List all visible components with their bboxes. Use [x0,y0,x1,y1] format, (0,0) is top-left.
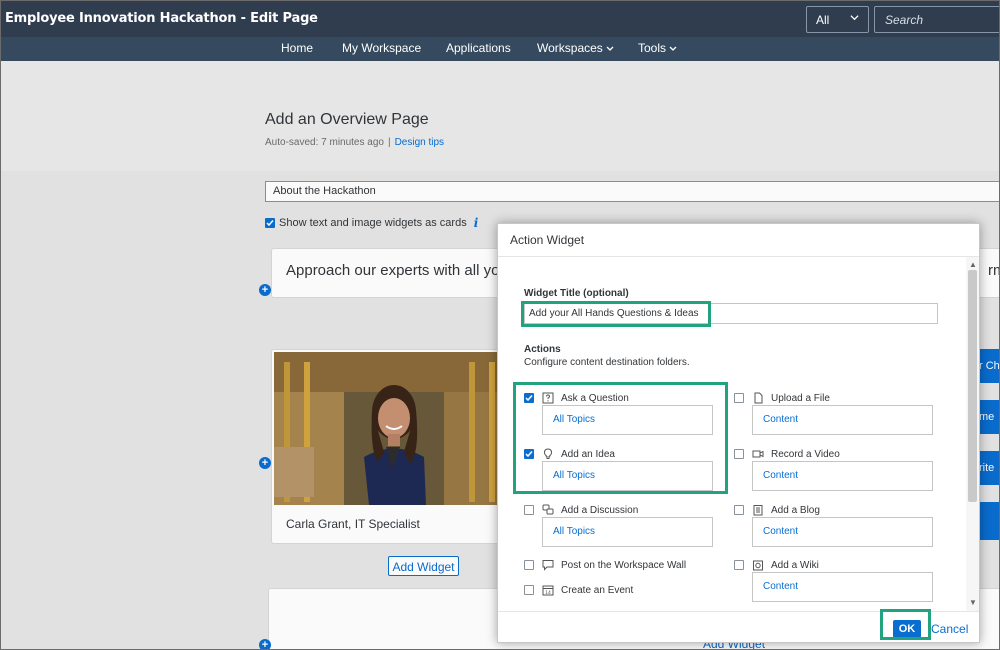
widget-title-label: Widget Title (optional) [524,288,629,299]
search-input[interactable]: Search [874,6,1000,33]
nav-my-workspace-label: My Workspace [342,41,422,55]
widget-title-highlight [521,301,711,327]
nav-applications[interactable]: Applications [446,41,511,55]
chevron-down-icon [850,15,859,21]
file-icon [752,392,764,404]
dialog-title: Action Widget [510,233,585,247]
nav-home[interactable]: Home [281,41,313,55]
app-title: Employee Innovation Hackathon - Edit Pag… [5,11,318,26]
add-wiki-label: Add a Wiki [771,559,819,571]
record-video-label: Record a Video [771,448,840,460]
nav-workspaces[interactable]: Workspaces [537,41,614,55]
dialog-footer: OK Cancel [498,609,979,644]
upload-file-destination[interactable]: Content [752,405,933,435]
ok-highlight [880,609,931,640]
action-create-event[interactable]: 14 Create an Event [524,584,633,596]
dialog-header: Action Widget [498,224,979,257]
wiki-icon [752,559,764,571]
add-discussion-label: Add a Discussion [561,504,639,516]
add-wiki-checkbox[interactable] [734,560,744,570]
main-nav: Home My Workspace Applications Workspace… [0,37,1000,61]
nav-workspaces-label: Workspaces [537,41,603,55]
action-add-blog[interactable]: Add a Blog [734,504,820,516]
upload-file-checkbox[interactable] [734,393,744,403]
post-wall-checkbox[interactable] [524,560,534,570]
nav-home-label: Home [281,41,314,55]
dialog-scrollbar[interactable]: ▲ ▼ [966,257,979,611]
add-discussion-destination[interactable]: All Topics [542,517,713,547]
nav-my-workspace[interactable]: My Workspace [342,41,421,55]
add-blog-destination[interactable]: Content [752,517,933,547]
actions-sublabel: Configure content destination folders. [524,357,690,368]
chevron-down-icon [669,46,677,51]
record-video-checkbox[interactable] [734,449,744,459]
video-icon [752,448,764,460]
discussion-icon [542,504,554,516]
action-add-discussion[interactable]: Add a Discussion [524,504,638,516]
chevron-down-icon [606,46,614,51]
add-blog-checkbox[interactable] [734,505,744,515]
nav-applications-label: Applications [446,41,511,55]
actions-highlight [513,382,728,494]
scrollbar-thumb[interactable] [968,270,977,502]
add-blog-label: Add a Blog [771,504,820,516]
action-record-video[interactable]: Record a Video [734,448,840,460]
action-add-wiki[interactable]: Add a Wiki [734,559,819,571]
scroll-up-icon[interactable]: ▲ [969,260,977,269]
dialog-body: Widget Title (optional) Add your All Han… [498,257,979,611]
search-placeholder: Search [885,13,924,27]
comment-icon [542,559,554,571]
cancel-button[interactable]: Cancel [931,622,968,636]
search-scope-value: All [816,13,830,27]
create-event-checkbox[interactable] [524,585,534,595]
add-discussion-checkbox[interactable] [524,505,534,515]
add-wiki-destination[interactable]: Content [752,572,933,602]
nav-tools-label: Tools [638,41,667,55]
blog-icon [752,504,764,516]
record-video-destination[interactable]: Content [752,461,933,491]
calendar-icon: 14 [542,584,554,596]
action-widget-dialog: Action Widget Widget Title (optional) Ad… [497,223,980,643]
post-wall-label: Post on the Workspace Wall [561,559,687,571]
action-post-wall[interactable]: Post on the Workspace Wall [524,559,686,571]
search-scope-select[interactable]: All [806,6,869,33]
upload-file-label: Upload a File [771,392,830,404]
top-bar: Employee Innovation Hackathon - Edit Pag… [0,0,1000,37]
create-event-label: Create an Event [561,584,634,596]
action-upload-file[interactable]: Upload a File [734,392,830,404]
svg-text:14: 14 [545,590,551,596]
actions-label: Actions [524,344,561,355]
scroll-down-icon[interactable]: ▼ [969,598,977,607]
nav-tools[interactable]: Tools [638,41,677,55]
